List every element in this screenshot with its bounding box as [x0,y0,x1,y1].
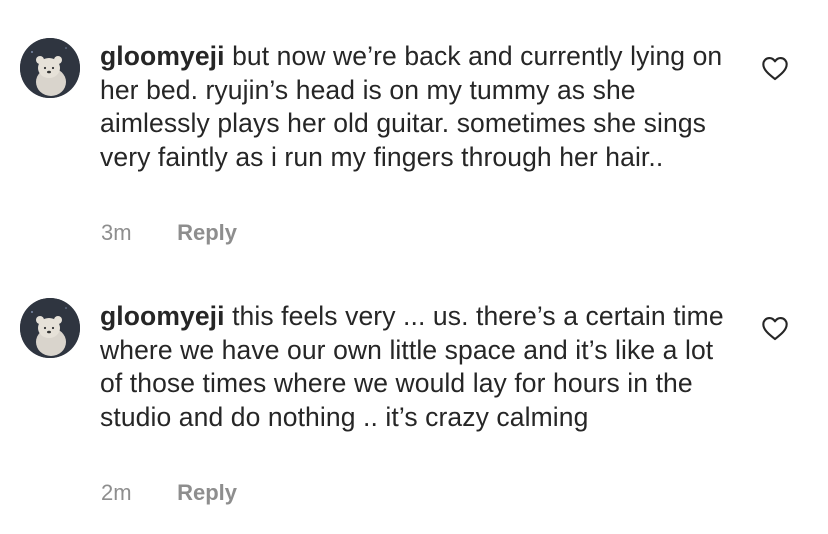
reply-button[interactable]: Reply [177,220,237,245]
comment-username[interactable]: gloomyeji [100,41,225,71]
reply-button[interactable]: Reply [177,480,237,505]
comment-meta: 2m Reply [101,480,237,506]
avatar[interactable] [20,38,80,98]
heart-outline-icon[interactable] [761,315,789,341]
comment-body: gloomyeji this feels very ... us. there’… [100,300,740,434]
bear-avatar-icon [20,38,80,98]
comment-body: gloomyeji but now we’re back and current… [100,40,740,174]
comment-timestamp: 2m [101,480,132,505]
bear-avatar-icon [20,298,80,358]
comment-username[interactable]: gloomyeji [100,301,225,331]
comment-meta: 3m Reply [101,220,237,246]
heart-outline-icon[interactable] [761,55,789,81]
comment-timestamp: 3m [101,220,132,245]
avatar[interactable] [20,298,80,358]
